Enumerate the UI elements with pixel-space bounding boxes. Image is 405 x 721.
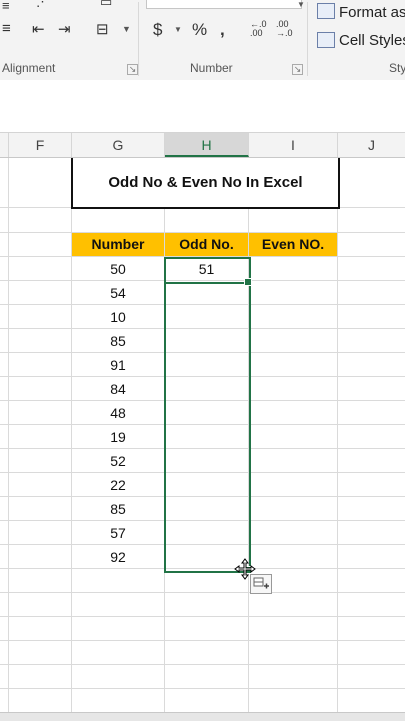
header-number[interactable]: Number [72, 233, 164, 256]
active-cell[interactable] [164, 257, 251, 284]
number-format-box[interactable] [146, 0, 302, 9]
group-divider [307, 2, 308, 76]
currency-button[interactable]: $ [153, 20, 162, 40]
gridline [8, 158, 9, 720]
quick-analysis-icon[interactable] [250, 574, 272, 594]
header-odd[interactable]: Odd No. [165, 233, 248, 256]
number-cell[interactable]: 57 [72, 521, 164, 545]
cell-styles-icon [317, 32, 335, 48]
gridline [337, 158, 338, 720]
number-cell[interactable]: 85 [72, 497, 164, 521]
cell-styles-button[interactable]: Cell Styles [339, 32, 405, 49]
increase-indent-icon[interactable]: ⇥ [58, 20, 71, 38]
gridline [0, 664, 405, 665]
decrease-decimal-button[interactable]: .00 →.0 [276, 20, 298, 38]
header-even[interactable]: Even NO. [249, 233, 337, 256]
merge-center-icon[interactable]: ⊟ [96, 20, 109, 38]
decrease-indent-icon[interactable]: ⇤ [32, 20, 45, 38]
align-left-icon[interactable]: ≡ [2, 0, 10, 13]
number-launcher-icon[interactable]: ↘ [292, 64, 303, 75]
number-cell[interactable]: 19 [72, 425, 164, 449]
column-headers: F G H I J [0, 133, 405, 158]
gridline [0, 616, 405, 617]
number-cell[interactable]: 84 [72, 377, 164, 401]
number-cell[interactable]: 48 [72, 401, 164, 425]
column-header-e[interactable] [0, 133, 9, 157]
orientation-icon[interactable]: ⋰ [36, 0, 49, 10]
group-divider [138, 2, 139, 76]
alignment-launcher-icon[interactable]: ↘ [127, 64, 138, 75]
increase-decimal-button[interactable]: ←.0 .00 [250, 20, 272, 38]
merge-dropdown-icon[interactable]: ▼ [122, 24, 131, 34]
column-header-h[interactable]: H [165, 133, 249, 157]
percent-button[interactable]: % [192, 20, 207, 40]
column-header-f[interactable]: F [9, 133, 72, 157]
gridline [0, 592, 405, 593]
styles-group-label: Sty [389, 61, 405, 75]
wrap-text-icon[interactable]: ▭ [100, 0, 112, 10]
gridline [0, 688, 405, 689]
number-cell[interactable]: 92 [72, 545, 164, 569]
number-cell[interactable]: 54 [72, 281, 164, 305]
number-cell[interactable]: 50 [72, 257, 164, 281]
title-cell[interactable]: Odd No & Even No In Excel [71, 158, 340, 209]
column-header-j[interactable]: J [338, 133, 405, 157]
comma-button[interactable]: , [220, 20, 225, 40]
gridline [0, 640, 405, 641]
number-group-label: Number [190, 61, 233, 75]
number-cell[interactable]: 52 [72, 449, 164, 473]
number-cell[interactable]: 91 [72, 353, 164, 377]
selection-range[interactable] [164, 257, 251, 573]
formula-bar-area [0, 80, 405, 133]
number-format-dropdown-icon[interactable]: ▼ [297, 0, 305, 9]
fill-handle[interactable] [244, 278, 252, 286]
number-cell[interactable]: 85 [72, 329, 164, 353]
currency-dropdown-icon[interactable]: ▼ [174, 25, 182, 34]
format-as-table-icon [317, 3, 335, 19]
number-cell[interactable]: 22 [72, 473, 164, 497]
number-cell[interactable]: 10 [72, 305, 164, 329]
format-as-table-button[interactable]: Format as [339, 4, 405, 21]
alignment-group-label: Alignment [2, 61, 56, 75]
column-header-g[interactable]: G [72, 133, 165, 157]
align-right-icon[interactable]: ≡ [2, 20, 11, 37]
column-header-i[interactable]: I [249, 133, 338, 157]
ribbon: ≡ ⋰ ▭ ≡ ⇤ ⇥ ⊟ ▼ Alignment ↘ ▼ $ ▼ % , ←.… [0, 0, 405, 81]
